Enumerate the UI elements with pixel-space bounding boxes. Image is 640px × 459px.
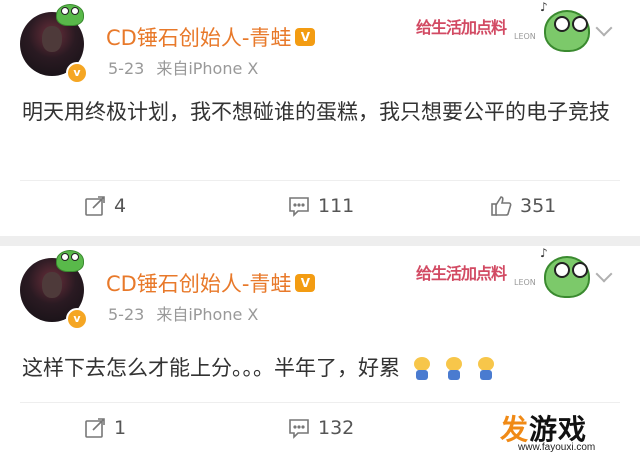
chevron-down-icon[interactable] bbox=[595, 19, 613, 37]
fan-card-sub: LEON bbox=[514, 278, 536, 287]
comment-count: 132 bbox=[318, 417, 355, 439]
like-count: 351 bbox=[520, 195, 557, 217]
repost-button[interactable]: 1 bbox=[84, 417, 126, 439]
post-separator bbox=[0, 236, 640, 246]
author-name-text[interactable]: CD锤石创始人-青蛙 bbox=[106, 272, 291, 296]
frog-sticker-icon: ♪ bbox=[540, 0, 590, 52]
like-icon bbox=[491, 196, 512, 216]
avatar-face bbox=[42, 26, 62, 52]
frog-sticker-icon: ♪ bbox=[540, 246, 590, 298]
tired-emoji-icon bbox=[476, 357, 496, 381]
comment-icon bbox=[289, 419, 309, 439]
repost-count: 4 bbox=[114, 195, 127, 217]
repost-count: 1 bbox=[114, 417, 127, 439]
post-meta: 5-23 来自iPhone X bbox=[108, 55, 258, 79]
post-content-text: 这样下去怎么才能上分。。。半年了，好累 bbox=[22, 356, 400, 380]
comment-icon bbox=[289, 197, 309, 217]
post-content: 明天用终极计划，我不想碰谁的蛋糕，我只想要公平的电子竞技 bbox=[22, 100, 610, 124]
watermark-logo: 发游戏 www.fayouxi.com bbox=[500, 408, 640, 459]
post-source: 来自iPhone X bbox=[156, 305, 259, 324]
post-meta: 5-23 来自iPhone X bbox=[108, 301, 258, 325]
author-name[interactable]: CD锤石创始人-青蛙 bbox=[106, 268, 316, 298]
watermark-url: www.fayouxi.com bbox=[518, 442, 596, 453]
post-source: 来自iPhone X bbox=[156, 59, 259, 78]
like-button[interactable]: 351 bbox=[490, 195, 556, 217]
post-date: 5-23 bbox=[108, 59, 145, 78]
verified-badge-icon: v bbox=[66, 308, 88, 330]
comment-button[interactable]: 132 bbox=[288, 417, 354, 439]
fan-card-text: 给生活加点料 bbox=[416, 264, 507, 283]
repost-button[interactable]: 4 bbox=[84, 195, 126, 217]
post-date: 5-23 bbox=[108, 305, 145, 324]
fan-card-sub: LEON bbox=[514, 32, 536, 41]
post-actions: 4 111 351 bbox=[0, 181, 640, 231]
comment-count: 111 bbox=[318, 195, 355, 217]
repost-icon bbox=[85, 418, 105, 438]
tired-emoji-icon bbox=[412, 357, 432, 381]
comment-button[interactable]: 111 bbox=[288, 195, 354, 217]
chevron-down-icon[interactable] bbox=[595, 265, 613, 283]
vip-icon bbox=[295, 274, 316, 292]
fan-card-text: 给生活加点料 bbox=[416, 18, 507, 37]
vip-icon bbox=[295, 28, 316, 46]
frog-hat-icon bbox=[56, 4, 84, 26]
avatar-face bbox=[42, 272, 62, 298]
author-name[interactable]: CD锤石创始人-青蛙 bbox=[106, 22, 316, 52]
weibo-post: v CD锤石创始人-青蛙 5-23来自iPhone X 给生活加点料 LEON … bbox=[0, 0, 640, 236]
repost-icon bbox=[85, 196, 105, 216]
post-content: 这样下去怎么才能上分。。。半年了，好累 bbox=[22, 350, 622, 386]
frog-hat-icon bbox=[56, 250, 84, 272]
author-name-text[interactable]: CD锤石创始人-青蛙 bbox=[106, 26, 291, 50]
tired-emoji-icon bbox=[444, 357, 464, 381]
verified-badge-icon: v bbox=[66, 62, 88, 84]
